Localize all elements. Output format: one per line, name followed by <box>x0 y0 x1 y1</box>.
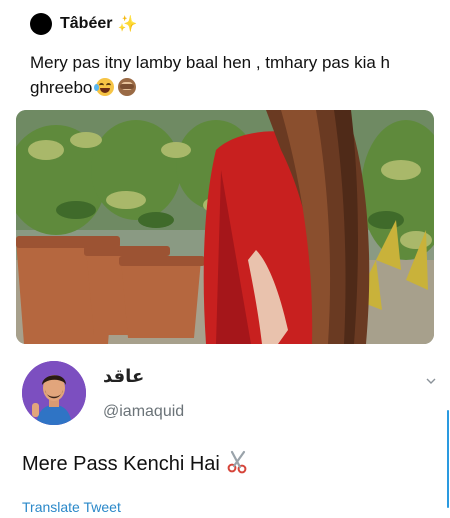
quoted-user-avatar[interactable] <box>30 13 52 35</box>
reply-user-handle[interactable]: @iamaquid <box>103 403 184 421</box>
reply-tweet-body: Mere Pass Kenchi Hai <box>22 453 220 475</box>
reply-tweet-text: Mere Pass Kenchi Hai <box>22 450 250 480</box>
tweet-photo[interactable] <box>16 110 434 344</box>
quoted-tweet-header: Tâbéer ✨ <box>30 12 137 36</box>
quoted-tweet-body: Mery pas itny lamby baal hen , tmhary pa… <box>30 53 390 97</box>
translate-tweet-link[interactable]: Translate Tweet <box>22 499 121 515</box>
reply-user-avatar[interactable] <box>22 361 86 425</box>
sparkles-icon: ✨ <box>117 16 138 33</box>
reply-user-name[interactable]: عاقد <box>103 366 144 387</box>
quoted-user-name[interactable]: Tâbéer <box>60 15 112 33</box>
cartoon-avatar-icon <box>22 361 86 425</box>
scissors-icon <box>226 450 250 480</box>
see-no-evil-monkey-icon <box>118 78 137 96</box>
photo-illustration <box>16 110 434 344</box>
scroll-indicator[interactable] <box>447 410 449 508</box>
chevron-down-icon[interactable] <box>425 374 437 386</box>
quoted-tweet-text: Mery pas itny lamby baal hen , tmhary pa… <box>30 50 430 100</box>
face-with-tears-of-joy-icon <box>94 78 115 96</box>
